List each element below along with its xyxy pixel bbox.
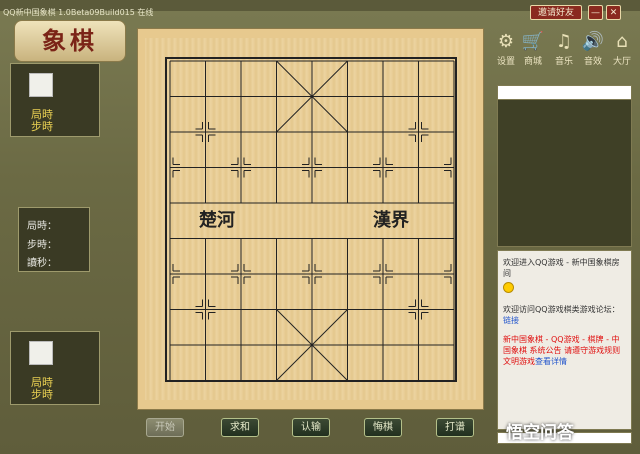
chat-log[interactable]: 欢迎进入QQ游戏 - 新中国象棋房间 欢迎访问QQ游戏棋类游戏论坛：链接 新中国… xyxy=(497,250,632,430)
chat-welcome-message: 欢迎进入QQ游戏 - 新中国象棋房间 xyxy=(503,258,620,278)
river-left-text: 楚河 xyxy=(199,209,235,231)
undo-move-button[interactable]: 悔棋 xyxy=(364,418,402,437)
bottom-step-time-label: 步時 xyxy=(31,388,53,401)
offer-draw-button[interactable]: 求和 xyxy=(221,418,259,437)
start-button[interactable]: 开始 xyxy=(146,418,184,437)
gear-icon[interactable]: ⚙ xyxy=(494,30,518,54)
minimize-button[interactable]: — xyxy=(588,5,603,20)
read-seconds-label: 讀秒： xyxy=(27,258,57,269)
player-list[interactable] xyxy=(497,100,632,247)
step-time-label: 步時： xyxy=(27,240,57,251)
logo-text: 象棋 xyxy=(42,26,98,55)
smiley-icon xyxy=(503,282,514,293)
top-player-avatar[interactable] xyxy=(29,73,53,97)
watermark-text: 悟空问答 xyxy=(506,423,574,443)
cart-icon[interactable]: 🛒 xyxy=(521,30,545,54)
bottom-player-panel: 局時 步時 xyxy=(10,331,100,405)
home-icon[interactable]: ⌂ xyxy=(610,30,634,54)
river-right-text: 漢界 xyxy=(373,209,409,231)
sound-effects-label[interactable]: 音效 xyxy=(580,54,606,67)
music-icon[interactable]: ♫ xyxy=(552,30,576,54)
record-game-button[interactable]: 打谱 xyxy=(436,418,474,437)
top-step-time-label: 步時 xyxy=(31,120,53,133)
chat-system-notice: 新中国象棋 - QQ游戏 - 棋牌 - 中国象棋 系统公告 请遵守游戏规则 文明… xyxy=(503,335,621,366)
close-button[interactable]: ✕ xyxy=(606,5,621,20)
speaker-icon[interactable]: 🔊 xyxy=(581,30,605,54)
game-time-label: 局時： xyxy=(27,221,57,232)
shop-label[interactable]: 商城 xyxy=(520,54,546,67)
resign-button[interactable]: 认输 xyxy=(292,418,330,437)
chat-forum-message: 欢迎访问QQ游戏棋类游戏论坛：链接 xyxy=(503,305,620,325)
top-player-panel: 局時 步時 xyxy=(10,63,100,137)
window-title: QQ新中国象棋 1.0Beta09Build015 在线 xyxy=(3,8,154,17)
timer-stats-panel: 局時： 步時： 讀秒： xyxy=(18,207,90,272)
forum-link[interactable]: 链接 xyxy=(503,316,519,325)
bottom-player-avatar[interactable] xyxy=(29,341,53,365)
lobby-label[interactable]: 大厅 xyxy=(609,54,635,67)
music-label[interactable]: 音乐 xyxy=(551,54,577,67)
player-list-header xyxy=(497,85,632,100)
invite-friends-button[interactable]: 邀请好友 xyxy=(530,5,582,20)
app-logo: 象棋 xyxy=(14,20,126,62)
notice-link[interactable]: 查看详情 xyxy=(535,357,567,366)
settings-label[interactable]: 设置 xyxy=(493,54,519,67)
watermark: 悟空问答 xyxy=(506,418,636,448)
chess-board-grid[interactable]: 楚河 漢界 xyxy=(137,28,484,410)
